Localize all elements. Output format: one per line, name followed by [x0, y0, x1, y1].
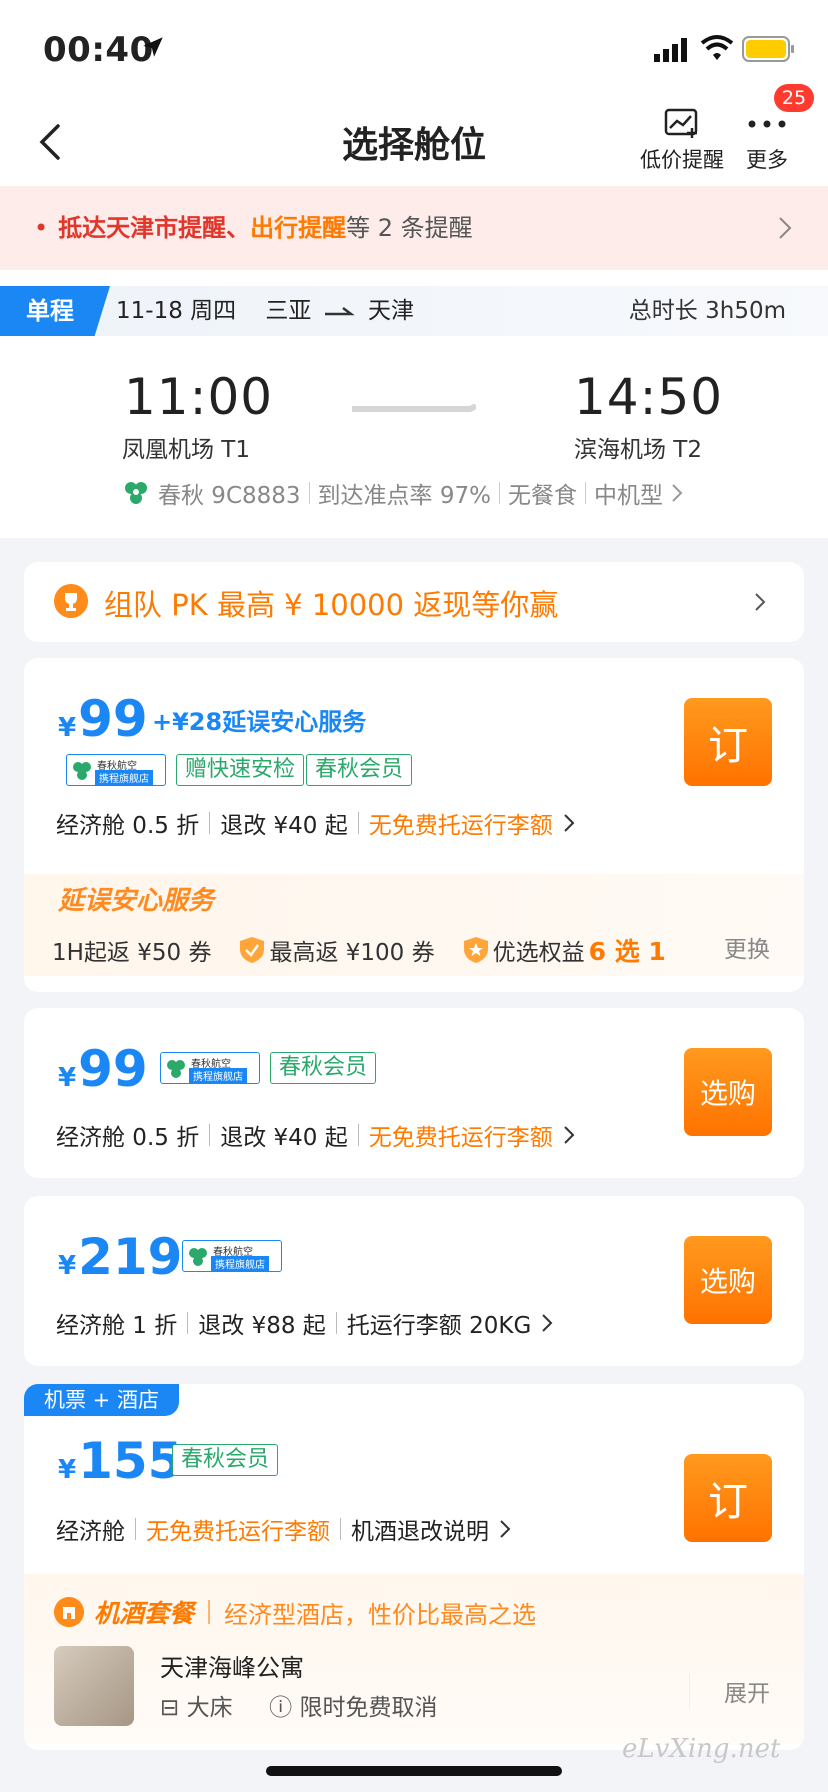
member-tag: 春秋会员: [306, 754, 413, 786]
spring-airlines-logo-icon: [167, 1060, 185, 1078]
book-button[interactable]: 订: [684, 1454, 772, 1542]
flight-meta[interactable]: 春秋 9C8883 到达准点率 97% 无餐食 中机型: [122, 476, 683, 510]
travel-reminder-banner[interactable]: • 抵达天津市提醒、出行提醒等 2 条提醒: [0, 186, 828, 270]
fare-card[interactable]: ¥99 春秋航空 携程旗舰店 春秋会员 经济舱 0.5 折 退改 ¥40 起 无…: [24, 1008, 804, 1178]
price-chart-icon: [664, 108, 698, 138]
flight-hotel-card[interactable]: 机票 + 酒店 ¥155 春秋会员 经济舱 无免费托运行李额 机酒退改说明 订 …: [24, 1384, 804, 1750]
delay-benefits: 1H起返 ¥50 券 最高返 ¥100 券 优选权益 6 选 1: [52, 937, 666, 966]
book-button[interactable]: 订: [684, 698, 772, 786]
home-indicator[interactable]: [266, 1766, 562, 1776]
member-tag: 春秋会员: [270, 1052, 377, 1084]
route-arrow-icon: [324, 306, 355, 315]
fare-details[interactable]: 经济舱 无免费托运行李额 机酒退改说明: [56, 1512, 511, 1546]
watermark: eLvXing.net: [622, 1734, 781, 1764]
trip-type-badge: 单程: [0, 286, 110, 336]
notification-badge: 25: [774, 84, 814, 112]
fast-security-tag: 赠快速安检: [176, 754, 305, 786]
flight-summary: 单程 11-18 周四 三亚 天津 总时长 3h50m 11:00 14:50 …: [0, 270, 828, 538]
trophy-icon: [54, 584, 88, 618]
hotel-package-strip: 机酒套餐 经济型酒店，性价比最高之选 天津海峰公寓 ⊟ 大床 ⓘ 限时免费取消 …: [24, 1574, 804, 1744]
more-label: 更多: [746, 148, 788, 172]
spring-airlines-logo-icon: [125, 482, 147, 504]
flight-line: [352, 404, 476, 412]
member-tag: 春秋会员: [172, 1444, 279, 1476]
route-bar: 单程 11-18 周四 三亚 天津 总时长 3h50m: [0, 286, 828, 336]
departure-time: 11:00: [124, 368, 274, 426]
arrival-time: 14:50: [574, 368, 724, 426]
battery-icon: [742, 36, 794, 62]
wifi-icon: [700, 35, 734, 60]
fare-details[interactable]: 经济舱 1 折 退改 ¥88 起 托运行李额 20KG: [56, 1306, 553, 1340]
flight-number: 春秋 9C8883: [158, 483, 301, 509]
delay-service-title: 延误安心服务: [58, 886, 215, 916]
hotel-package-header: 机酒套餐 经济型酒店，性价比最高之选: [54, 1594, 536, 1630]
fare-details[interactable]: 经济舱 0.5 折 退改 ¥40 起 无免费托运行李额: [56, 1118, 575, 1152]
hotel-icon: [54, 1597, 84, 1627]
chevron-right-icon: [542, 1314, 553, 1332]
fare-card[interactable]: ¥99 +¥28延误安心服务 春秋航空 携程旗舰店 赠快速安检 春秋会员 经济舱…: [24, 658, 804, 992]
hotel-name: 天津海峰公寓: [160, 1654, 304, 1682]
info-icon: ⓘ: [269, 1695, 293, 1721]
chevron-right-icon: [755, 593, 766, 611]
promo-text: 组队 PK 最高 ¥ 10000 返现等你赢: [104, 588, 559, 622]
chevron-right-icon: [500, 1520, 511, 1538]
chevron-right-icon: [672, 484, 683, 502]
delay-service-strip: 延误安心服务 1H起返 ¥50 券 最高返 ¥100 券 优选权益 6 选 1 …: [24, 874, 804, 976]
fare-card[interactable]: ¥219 春秋航空 携程旗舰店 经济舱 1 折 退改 ¥88 起 托运行李额 2…: [24, 1196, 804, 1366]
arrival-reminder-link: 抵达天津市提醒: [58, 214, 227, 242]
select-buy-button[interactable]: 选购: [684, 1236, 772, 1324]
fare-price: ¥99: [58, 1040, 148, 1098]
select-buy-button[interactable]: 选购: [684, 1048, 772, 1136]
more-dots-icon: [748, 120, 786, 128]
location-arrow-icon: [143, 37, 163, 57]
spring-airlines-logo-icon: [189, 1248, 207, 1266]
airline-flagship-tag: 春秋航空 携程旗舰店: [160, 1052, 260, 1084]
departure-airport: 凤凰机场 T1: [122, 437, 250, 463]
low-price-alert-label: 低价提醒: [640, 148, 724, 172]
route-text: 11-18 周四 三亚 天津: [116, 298, 415, 324]
shield-check-icon: [240, 937, 265, 963]
aircraft-size: 中机型: [593, 483, 663, 509]
arrival-airport: 滨海机场 T2: [574, 437, 702, 463]
airline-flagship-tag: 春秋航空 携程旗舰店: [182, 1240, 282, 1272]
flight-hotel-label: 机票 + 酒店: [24, 1384, 179, 1416]
more-button[interactable]: 更多: [746, 108, 788, 174]
fare-price: ¥219: [58, 1228, 183, 1286]
low-price-alert-button[interactable]: 低价提醒: [640, 108, 724, 174]
trip-reminder-link: 出行提醒: [250, 214, 347, 242]
chevron-right-icon: [779, 217, 792, 239]
chevron-right-icon: [564, 1126, 575, 1144]
hotel-photo[interactable]: [54, 1646, 134, 1726]
fare-price: ¥99: [58, 690, 148, 748]
swap-button[interactable]: 更换: [724, 930, 770, 964]
fare-price: ¥155: [58, 1432, 183, 1490]
status-time: 00:40: [43, 30, 154, 70]
expand-button[interactable]: 展开: [689, 1674, 770, 1708]
total-duration: 总时长 3h50m: [628, 298, 786, 324]
shield-star-icon: [463, 937, 488, 963]
team-pk-promo[interactable]: 组队 PK 最高 ¥ 10000 返现等你赢: [24, 562, 804, 642]
nav-bar: 选择舱位 低价提醒 更多: [0, 100, 828, 186]
cellular-signal-icon: [654, 38, 687, 62]
spring-airlines-logo-icon: [73, 762, 91, 780]
airline-flagship-tag: 春秋航空 携程旗舰店: [66, 754, 166, 786]
fare-details[interactable]: 经济舱 0.5 折 退改 ¥40 起 无免费托运行李额: [56, 806, 575, 840]
status-bar: 00:40: [0, 0, 828, 100]
on-time-rate: 到达准点率 97%: [317, 483, 491, 509]
bullet-dot: •: [34, 214, 49, 242]
meal-info: 无餐食: [507, 483, 577, 509]
chevron-right-icon: [564, 814, 575, 832]
bed-icon: ⊟: [160, 1695, 180, 1721]
hotel-room-info: ⊟ 大床 ⓘ 限时免费取消: [160, 1695, 438, 1721]
delay-service-addon: +¥28延误安心服务: [152, 708, 367, 736]
